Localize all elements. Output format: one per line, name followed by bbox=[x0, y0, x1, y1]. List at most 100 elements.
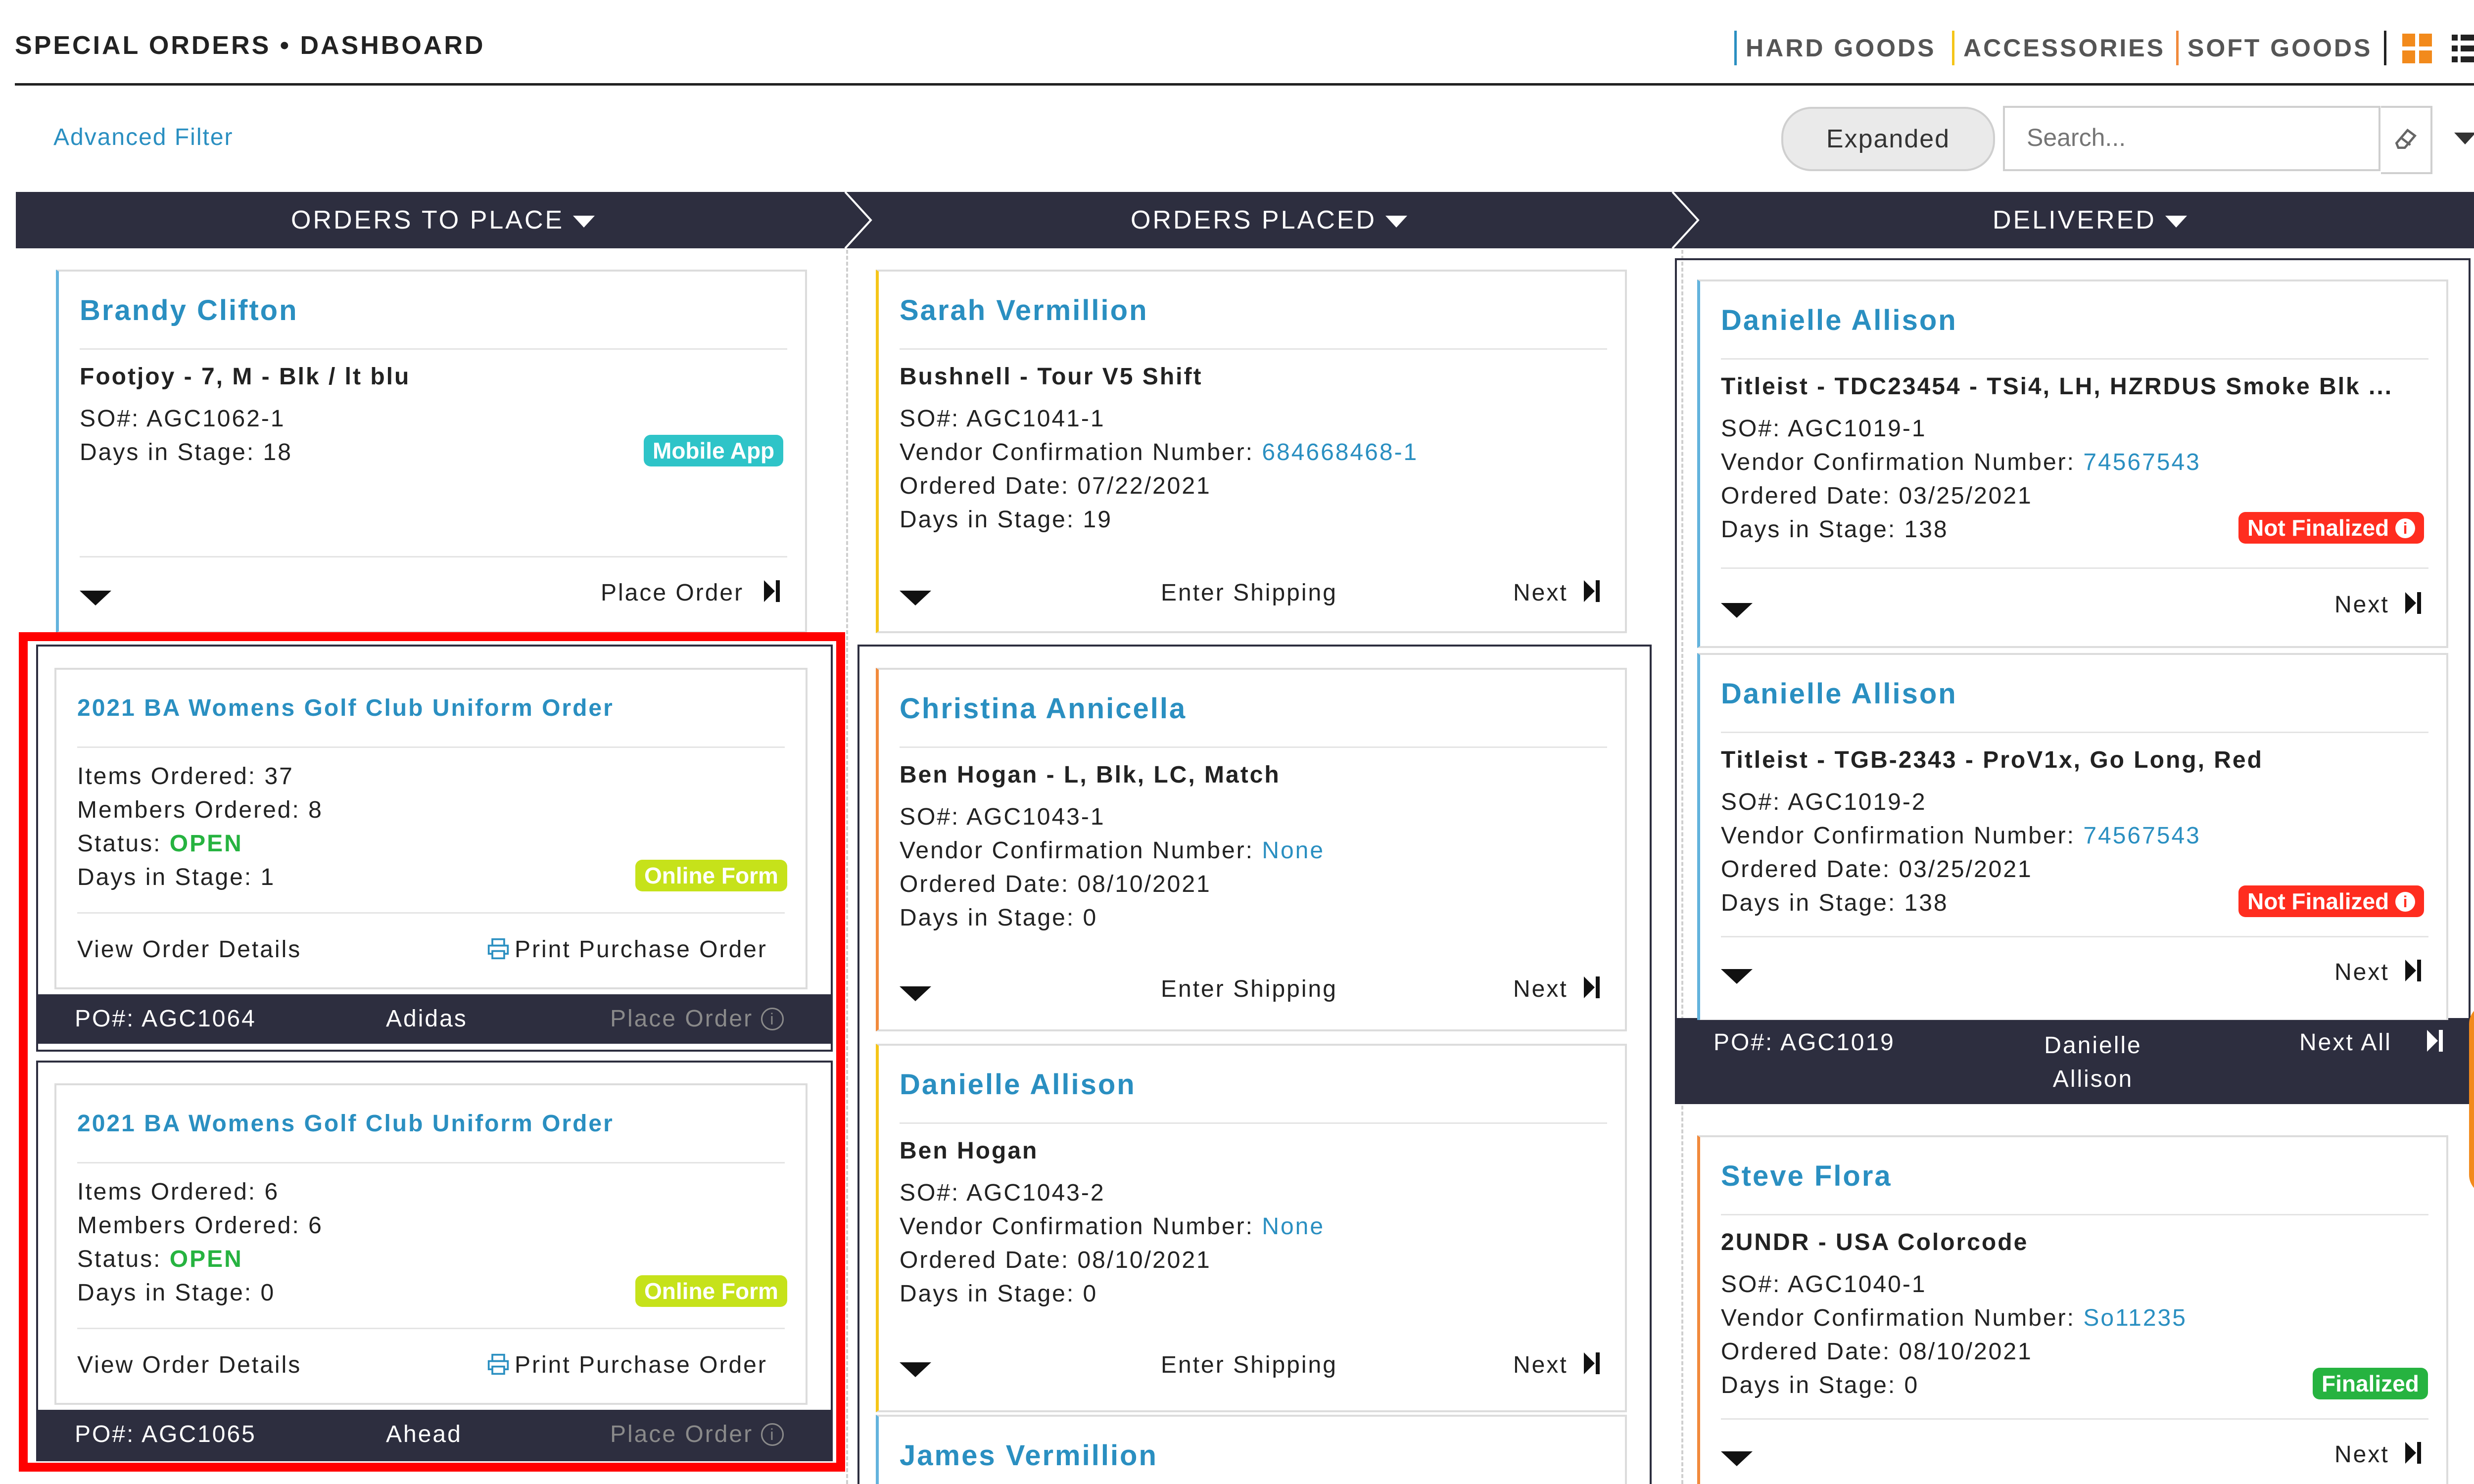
column-divider bbox=[846, 250, 848, 1484]
order-card[interactable]: Sarah Vermillion Bushnell - Tour V5 Shif… bbox=[876, 270, 1627, 633]
order-card[interactable]: Danielle Allison Ben Hogan SO#: AGC1043-… bbox=[876, 1044, 1627, 1412]
advanced-filter-link[interactable]: Advanced Filter bbox=[53, 124, 234, 151]
help-tab[interactable]: H E L P ? bbox=[2469, 1004, 2474, 1195]
tab-accessories[interactable]: ACCESSORIES bbox=[1952, 31, 2165, 65]
order-card[interactable]: Steve Flora 2UNDR - USA Colorcode SO#: A… bbox=[1697, 1135, 2448, 1484]
days-in-stage: Days in Stage: 138 bbox=[1721, 516, 1949, 543]
order-card[interactable]: James Vermillion bbox=[876, 1415, 1627, 1484]
chevron-down-icon[interactable] bbox=[2454, 133, 2474, 144]
ordered-date: Ordered Date: 08/10/2021 bbox=[900, 871, 1211, 897]
so-number: SO#: AGC1040-1 bbox=[1721, 1271, 1927, 1298]
skip-forward-icon[interactable] bbox=[1584, 1352, 1601, 1374]
vcn-label: Vendor Confirmation Number: bbox=[1721, 823, 2075, 849]
enter-shipping-link[interactable]: Enter Shipping bbox=[1161, 975, 1337, 1003]
grid-view-icon[interactable] bbox=[2402, 34, 2432, 63]
product-name: 2UNDR - USA Colorcode bbox=[1721, 1229, 2029, 1255]
help-letter: H bbox=[2469, 1023, 2474, 1052]
vendor-confirmation: Vendor Confirmation Number: 74567543 bbox=[1721, 449, 2201, 476]
divider bbox=[1721, 1418, 2428, 1420]
order-card[interactable]: Danielle Allison Titleist - TDC23454 - T… bbox=[1697, 279, 2448, 648]
expand-caret-icon[interactable] bbox=[900, 1362, 931, 1377]
search-input[interactable] bbox=[2005, 108, 2371, 167]
next-button[interactable]: Next bbox=[1513, 975, 1568, 1003]
vcn-link[interactable]: So11235 bbox=[2083, 1305, 2187, 1331]
clear-search-button[interactable] bbox=[2381, 106, 2432, 174]
vcn-label: Vendor Confirmation Number: bbox=[900, 1213, 1254, 1240]
customer-name-link[interactable]: James Vermillion bbox=[900, 1439, 1158, 1472]
order-card[interactable]: Brandy Clifton Footjoy - 7, M - Blk / lt… bbox=[56, 270, 807, 633]
divider bbox=[900, 746, 1607, 748]
expand-caret-icon[interactable] bbox=[1721, 969, 1753, 984]
vcn-link[interactable]: None bbox=[1262, 837, 1325, 864]
vcn-link[interactable]: 74567543 bbox=[2083, 823, 2201, 849]
divider bbox=[1721, 567, 2428, 569]
skip-forward-icon[interactable] bbox=[764, 580, 781, 602]
ordered-date: Ordered Date: 07/22/2021 bbox=[900, 473, 1211, 499]
next-all-button[interactable]: Next All bbox=[2299, 1029, 2392, 1056]
badge-label: Not Finalized bbox=[2247, 888, 2389, 914]
mobile-app-badge: Mobile App bbox=[644, 435, 784, 466]
vcn-link[interactable]: 74567543 bbox=[2083, 449, 2201, 475]
vcn-link[interactable]: None bbox=[1262, 1213, 1325, 1240]
customer-name-link[interactable]: Brandy Clifton bbox=[80, 294, 298, 327]
expanded-toggle[interactable]: Expanded bbox=[1781, 107, 1995, 171]
ordered-date: Ordered Date: 03/25/2021 bbox=[1721, 856, 2033, 882]
stage-arrow-icon bbox=[1668, 192, 1708, 248]
expand-caret-icon[interactable] bbox=[80, 591, 111, 605]
enter-shipping-link[interactable]: Enter Shipping bbox=[1161, 1351, 1337, 1379]
info-icon: i bbox=[2395, 892, 2416, 912]
customer-name-link[interactable]: Steve Flora bbox=[1721, 1159, 1892, 1193]
ordered-date: Ordered Date: 03/25/2021 bbox=[1721, 483, 2033, 509]
customer-name-link[interactable]: Christina Annicella bbox=[900, 692, 1187, 725]
expand-caret-icon[interactable] bbox=[1721, 603, 1753, 618]
column-header-orders-to-place[interactable]: ORDERS TO PLACE bbox=[291, 205, 595, 235]
product-name: Bushnell - Tour V5 Shift bbox=[900, 364, 1203, 390]
product-name: Titleist - TDC23454 - TSi4, LH, HZRDUS S… bbox=[1721, 373, 2393, 400]
tab-hard-goods[interactable]: HARD GOODS bbox=[1734, 31, 1936, 65]
enter-shipping-link[interactable]: Enter Shipping bbox=[1161, 579, 1337, 606]
next-button[interactable]: Next bbox=[2334, 1441, 2389, 1468]
vendor-confirmation: Vendor Confirmation Number: None bbox=[900, 1213, 1325, 1240]
days-in-stage: Days in Stage: 0 bbox=[900, 905, 1098, 931]
skip-forward-icon[interactable] bbox=[2405, 1442, 2422, 1464]
help-letter: E bbox=[2469, 1052, 2474, 1080]
vcn-label: Vendor Confirmation Number: bbox=[1721, 449, 2075, 475]
customer-name-link[interactable]: Sarah Vermillion bbox=[900, 294, 1148, 327]
next-button[interactable]: Next bbox=[2334, 591, 2389, 618]
next-button[interactable]: Next bbox=[1513, 1351, 1568, 1379]
skip-forward-icon[interactable] bbox=[1584, 580, 1601, 602]
not-finalized-badge[interactable]: Not Finalized i bbox=[2238, 512, 2425, 544]
column-title: ORDERS TO PLACE bbox=[291, 206, 565, 234]
header-divider bbox=[2384, 31, 2386, 65]
place-order-button[interactable]: Place Order bbox=[601, 579, 744, 606]
ordered-date: Ordered Date: 08/10/2021 bbox=[900, 1247, 1211, 1273]
list-view-icon[interactable] bbox=[2452, 34, 2474, 63]
skip-forward-icon[interactable] bbox=[2405, 592, 2422, 614]
customer-last-name: Allison bbox=[2052, 1066, 2134, 1092]
next-button[interactable]: Next bbox=[2334, 959, 2389, 986]
order-card[interactable]: Christina Annicella Ben Hogan - L, Blk, … bbox=[876, 668, 1627, 1031]
expand-caret-icon[interactable] bbox=[900, 986, 931, 1001]
customer-name-link[interactable]: Danielle Allison bbox=[1721, 304, 1957, 337]
highlight-box bbox=[19, 632, 845, 1472]
so-number: SO#: AGC1041-1 bbox=[900, 406, 1105, 432]
expand-caret-icon[interactable] bbox=[1721, 1451, 1753, 1466]
expand-caret-icon[interactable] bbox=[900, 591, 931, 605]
stage-arrow-icon bbox=[841, 192, 881, 248]
caret-down-icon bbox=[573, 216, 595, 228]
not-finalized-badge[interactable]: Not Finalized i bbox=[2238, 885, 2425, 917]
customer-name-link[interactable]: Danielle Allison bbox=[1721, 677, 1957, 710]
column-header-orders-placed[interactable]: ORDERS PLACED bbox=[1131, 205, 1407, 235]
tab-soft-goods[interactable]: SOFT GOODS bbox=[2176, 31, 2372, 65]
vendor-confirmation: Vendor Confirmation Number: 74567543 bbox=[1721, 822, 2201, 849]
column-header-delivered[interactable]: DELIVERED bbox=[1993, 205, 2187, 235]
skip-forward-icon[interactable] bbox=[2427, 1030, 2444, 1052]
next-button[interactable]: Next bbox=[1513, 579, 1568, 606]
vcn-link[interactable]: 684668468-1 bbox=[1262, 439, 1418, 465]
days-in-stage: Days in Stage: 18 bbox=[80, 439, 292, 465]
vcn-label: Vendor Confirmation Number: bbox=[1721, 1305, 2075, 1331]
customer-name-link[interactable]: Danielle Allison bbox=[900, 1068, 1136, 1101]
order-card[interactable]: Danielle Allison Titleist - TGB-2343 - P… bbox=[1697, 653, 2448, 1021]
skip-forward-icon[interactable] bbox=[1584, 976, 1601, 998]
skip-forward-icon[interactable] bbox=[2405, 960, 2422, 981]
